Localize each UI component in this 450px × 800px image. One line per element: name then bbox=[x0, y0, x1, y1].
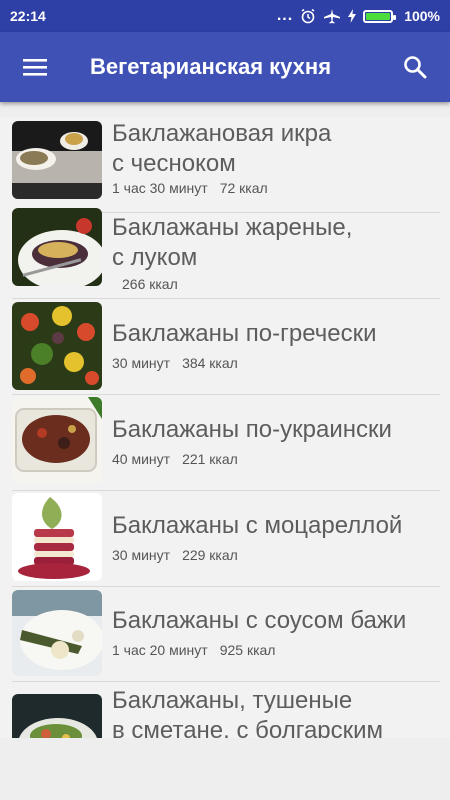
recipe-name: Баклажаны с соусом бажи bbox=[112, 607, 407, 634]
recipe-thumbnail bbox=[12, 397, 102, 483]
recipe-time: 40 минут bbox=[112, 451, 171, 467]
recipe-thumbnail bbox=[12, 493, 102, 581]
recipe-name: Баклажаны, тушеные в сметане, с болгарск… bbox=[112, 687, 384, 738]
recipe-meta: 30 минут 384 ккал bbox=[112, 355, 238, 371]
recipe-meta: 1 час 20 минут 925 ккал bbox=[112, 642, 275, 658]
recipe-meta: 266 ккал bbox=[112, 276, 178, 292]
search-button[interactable] bbox=[380, 32, 450, 102]
status-icons: ... 100% bbox=[277, 7, 440, 25]
recipe-time: 30 минут bbox=[112, 547, 171, 563]
battery-icon bbox=[363, 9, 397, 23]
recipe-name: Баклажаны с моцареллой bbox=[112, 512, 403, 539]
recipe-kcal: 221 ккал bbox=[182, 451, 238, 467]
recipe-kcal: 229 ккал bbox=[182, 547, 238, 563]
recipe-item-6[interactable]: Баклажаны с соусом бажи 1 час 20 минут 9… bbox=[12, 586, 440, 682]
recipe-thumbnail bbox=[12, 302, 102, 390]
recipe-time: 30 минут bbox=[112, 355, 171, 371]
recipe-time: 1 час 30 минут bbox=[112, 180, 208, 196]
recipe-list[interactable]: Баклажановая икра с чесноком 1 час 30 ми… bbox=[0, 117, 450, 738]
empty-area bbox=[0, 738, 450, 800]
recipe-name: Баклажаны по-гречески bbox=[112, 320, 377, 347]
recipe-item-2[interactable]: Баклажаны жареные, с луком 266 ккал bbox=[12, 203, 440, 299]
recipe-thumbnail bbox=[12, 694, 102, 738]
hamburger-menu-icon bbox=[23, 59, 47, 76]
recipe-item-4[interactable]: Баклажаны по-украински 40 минут 221 ккал bbox=[12, 395, 440, 491]
airplane-icon bbox=[324, 9, 341, 24]
alarm-icon bbox=[301, 8, 315, 24]
battery-percent: 100% bbox=[404, 8, 440, 24]
status-bar: 22:14 ... 100% bbox=[0, 0, 450, 32]
recipe-name: Баклажаны по-украински bbox=[112, 416, 392, 443]
menu-button[interactable] bbox=[0, 32, 70, 102]
recipe-item-7[interactable]: Баклажаны, тушеные в сметане, с болгарск… bbox=[12, 682, 440, 738]
search-icon bbox=[404, 56, 427, 79]
recipe-meta: 1 час 30 минут 72 ккал bbox=[112, 180, 268, 196]
recipe-item-5[interactable]: Баклажаны с моцареллой 30 минут 229 ккал bbox=[12, 491, 440, 587]
recipe-meta: 40 минут 221 ккал bbox=[112, 451, 238, 467]
recipe-kcal: 384 ккал bbox=[182, 355, 238, 371]
recipe-name: Баклажаны жареные, с луком bbox=[112, 214, 353, 271]
recipe-kcal: 266 ккал bbox=[122, 276, 178, 292]
recipe-item-3[interactable]: Баклажаны по-гречески 30 минут 384 ккал bbox=[12, 299, 440, 395]
recipe-thumbnail bbox=[12, 121, 102, 199]
notification-dots: ... bbox=[276, 7, 294, 24]
recipe-meta: 30 минут 229 ккал bbox=[112, 547, 238, 563]
page-title: Вегетарианская кухня bbox=[90, 54, 332, 79]
recipe-kcal: 72 ккал bbox=[219, 180, 268, 196]
recipe-item-1[interactable]: Баклажановая икра с чесноком 1 час 30 ми… bbox=[12, 117, 440, 213]
recipe-thumbnail bbox=[12, 590, 102, 676]
app-bar: Вегетарианская кухня bbox=[0, 32, 450, 102]
status-time: 22:14 bbox=[10, 8, 46, 24]
recipe-kcal: 925 ккал bbox=[219, 642, 276, 658]
recipe-time: 1 час 20 минут bbox=[112, 642, 208, 658]
recipe-name: Баклажановая икра с чесноком bbox=[112, 120, 332, 177]
recipe-thumbnail bbox=[12, 208, 102, 286]
charging-icon bbox=[348, 9, 357, 23]
